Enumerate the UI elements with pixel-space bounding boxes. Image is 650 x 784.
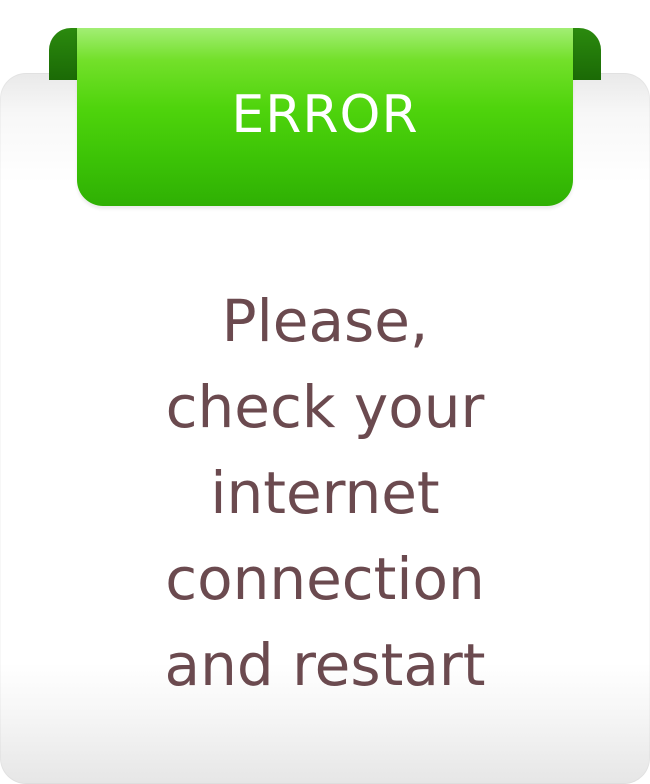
error-message: Please, check your internet connection a…: [0, 278, 650, 708]
error-message-line: connection: [165, 545, 485, 613]
error-message-line: internet: [210, 459, 440, 527]
error-message-line: and restart: [164, 631, 486, 699]
error-message-line: Please,: [221, 287, 429, 355]
error-title: ERROR: [231, 85, 419, 145]
error-message-line: check your: [165, 373, 485, 441]
error-banner-ribbon: ERROR: [77, 28, 573, 206]
